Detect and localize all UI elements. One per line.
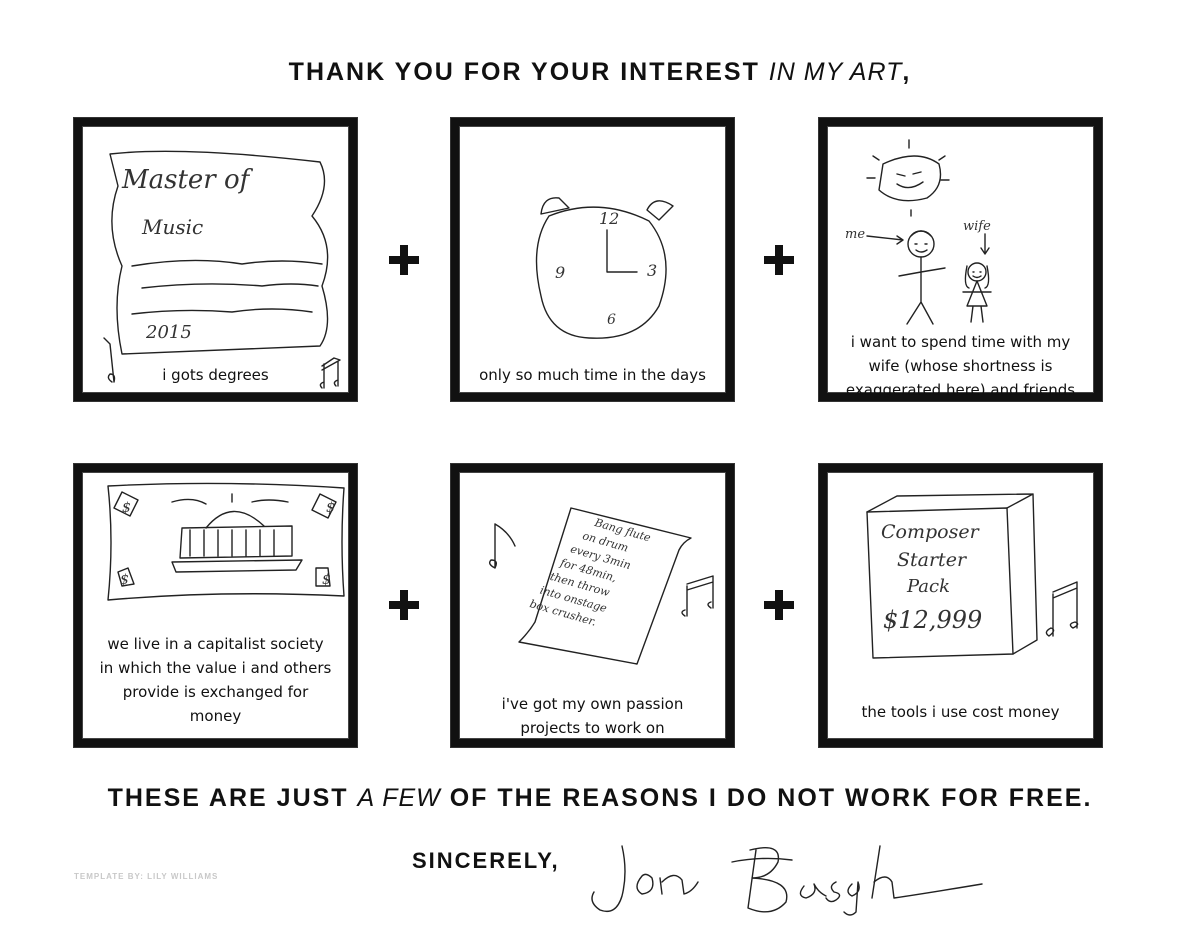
panel-wife-friends: me wife i want to spend time with my wif… — [819, 118, 1102, 401]
panel-caption: i gots degrees — [162, 366, 269, 384]
clock-sketch: 12 3 6 9 — [535, 197, 674, 339]
title-part3: , — [902, 58, 912, 86]
clock-6: 6 — [607, 312, 616, 328]
panel-caption: the tools i use cost money — [861, 703, 1060, 721]
starter-pack-sketch: Composer Starter Pack $12,999 — [866, 493, 1079, 659]
panel-caption: in which the value i and others — [99, 659, 332, 677]
clock-12: 12 — [599, 209, 619, 228]
reasons-part1: THESE ARE JUST — [107, 784, 349, 812]
bill-dollar-sign: $ — [326, 500, 335, 516]
panel-caption: projects to work on — [520, 719, 665, 737]
label-me: me — [845, 227, 865, 242]
clock-9: 9 — [555, 263, 565, 282]
pack-price: $12,999 — [883, 606, 982, 634]
panel-caption: exaggerated here) and friends — [845, 381, 1076, 399]
plus-icon — [764, 245, 794, 275]
plus-icon — [389, 245, 419, 275]
page-title: THANK YOU FOR YOUR INTEREST IN MY ART, — [0, 58, 1200, 87]
panel-capitalism: $ $ $ $ we live in a capitalist society … — [74, 464, 357, 747]
reasons-part3: OF THE REASONS I DO NOT WORK FOR FREE. — [449, 784, 1093, 812]
panel-passion-projects: Bang flute on drum every 3min for 48min,… — [451, 464, 734, 747]
diploma-sketch: Master of Music 2015 — [103, 150, 341, 389]
title-part1: THANK YOU FOR YOUR INTEREST — [288, 58, 760, 86]
title-part2: IN MY ART — [768, 58, 903, 86]
signoff: SINCERELY, — [412, 848, 560, 873]
diploma-line2: Music — [141, 215, 203, 239]
pack-line1: Composer — [881, 521, 981, 543]
template-credit: TEMPLATE BY: LILY WILLIAMS — [74, 872, 219, 881]
label-wife: wife — [963, 219, 991, 234]
panel-tools: Composer Starter Pack $12,999 the tools … — [819, 464, 1102, 747]
bill-dollar-sign: $ — [122, 500, 131, 516]
reasons-part2: A FEW — [357, 784, 441, 812]
panel-caption: we live in a capitalist society — [107, 635, 324, 653]
clock-3: 3 — [647, 261, 657, 280]
panel-caption: i've got my own passion — [501, 695, 684, 713]
diploma-year: 2015 — [145, 322, 192, 343]
pack-line3: Pack — [906, 576, 950, 597]
signature-image — [591, 845, 983, 916]
plus-icon — [389, 590, 419, 620]
panel-caption: only so much time in the days — [479, 366, 706, 384]
panel-caption: provide is exchanged for — [122, 683, 309, 701]
panel-time: 12 3 6 9 only so much time in the days — [451, 118, 734, 401]
reasons-statement: THESE ARE JUST A FEW OF THE REASONS I DO… — [0, 784, 1200, 813]
panel-degrees: Master of Music 2015 i gots degrees — [74, 118, 357, 401]
panel-caption: money — [189, 707, 242, 725]
plus-icon — [764, 590, 794, 620]
bill-dollar-sign: $ — [322, 572, 331, 588]
pack-line2: Starter — [897, 549, 968, 571]
panel-caption: wife (whose shortness is — [868, 357, 1053, 375]
bill-dollar-sign: $ — [120, 572, 129, 588]
diploma-line1: Master of — [121, 165, 254, 195]
panel-caption: i want to spend time with my — [850, 333, 1071, 351]
